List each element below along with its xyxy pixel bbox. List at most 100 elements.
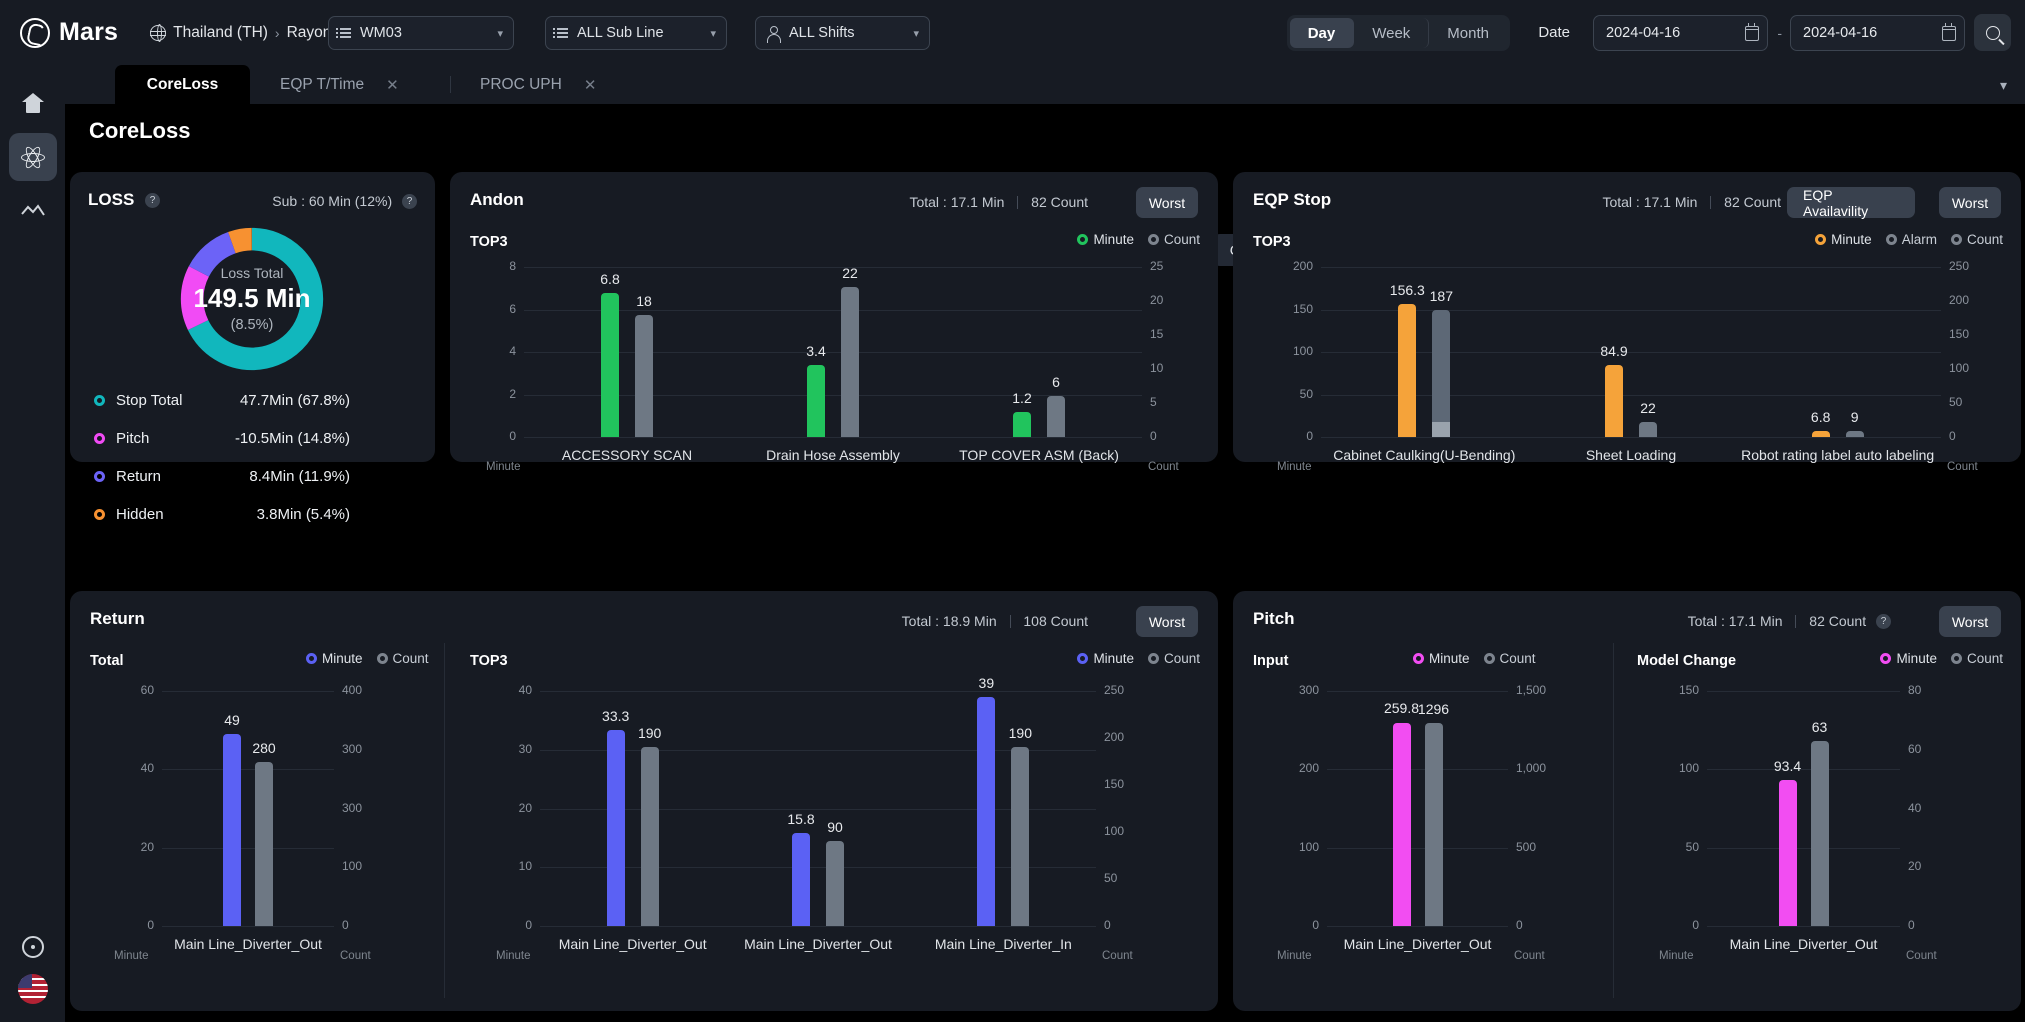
andon-subtitle: TOP3: [470, 234, 508, 250]
date-to-input[interactable]: 2024-04-16: [1790, 15, 1965, 51]
calendar-icon[interactable]: [1745, 26, 1759, 41]
legend-dot-icon: [94, 433, 105, 444]
period-week-button[interactable]: Week: [1354, 18, 1429, 48]
tab-proc-uph-label: PROC UPH: [480, 76, 562, 94]
radio-dot-icon: [1886, 234, 1897, 245]
bar-minute[interactable]: [1812, 431, 1830, 437]
andon-radio-minute[interactable]: Minute: [1077, 232, 1134, 247]
return-total-radio-minute-label: Minute: [322, 651, 363, 666]
andon-worst-button[interactable]: Worst: [1136, 187, 1198, 218]
tab-eqp-ttime[interactable]: EQP T/Time ✕: [260, 65, 419, 104]
pitch-input-radio-count[interactable]: Count: [1484, 651, 1536, 666]
legend-value: 8.4Min (11.9%): [249, 468, 350, 485]
line-select[interactable]: WM03 ▾: [328, 16, 514, 50]
bar-count[interactable]: [841, 287, 859, 437]
language-flag-icon[interactable]: [18, 974, 48, 1004]
loss-card: LOSS ? Sub : 60 Min (12%) ? Loss Total 1…: [70, 172, 435, 462]
pitch-model-radio-count[interactable]: Count: [1951, 651, 2003, 666]
eqp-stop-card: EQP Stop Total : 17.1 Min 82 Count EQP A…: [1233, 172, 2021, 462]
help-icon[interactable]: ?: [1876, 614, 1891, 629]
return-worst-button[interactable]: Worst: [1136, 606, 1198, 637]
app-logo[interactable]: Mars: [20, 18, 118, 48]
axis-left-tick: 300: [1281, 683, 1319, 697]
rail-item-trend[interactable]: [9, 187, 57, 235]
andon-card: Andon Total : 17.1 Min 82 Count Worst TO…: [450, 172, 1218, 462]
axis-left-caption: Minute: [1659, 950, 1694, 962]
bar-count[interactable]: [635, 315, 653, 437]
bar-value-label: 3.4: [786, 343, 846, 359]
date-to-value: 2024-04-16: [1803, 25, 1877, 41]
bar-minute[interactable]: [807, 365, 825, 437]
andon-radio-count[interactable]: Count: [1148, 232, 1200, 247]
return-top3-radio-count[interactable]: Count: [1148, 651, 1200, 666]
bar-count[interactable]: [1011, 747, 1029, 926]
andon-total: Total : 17.1 Min: [909, 194, 1004, 210]
gear-icon[interactable]: [22, 936, 44, 958]
bar-count[interactable]: [1425, 723, 1443, 926]
close-icon[interactable]: ✕: [386, 76, 399, 94]
return-total-radio-count[interactable]: Count: [377, 651, 429, 666]
bar-count[interactable]: [255, 762, 273, 927]
shift-select[interactable]: ALL Shifts ▾: [755, 16, 930, 50]
bar-count[interactable]: [1432, 310, 1450, 437]
rail-item-home[interactable]: [9, 79, 57, 127]
axis-left-tick: 6: [490, 302, 516, 316]
loss-legend-item-hidden[interactable]: Hidden 3.8Min (5.4%): [94, 506, 350, 523]
loss-legend-item-stop-total[interactable]: Stop Total 47.7Min (67.8%): [94, 392, 350, 409]
bar-minute[interactable]: [223, 734, 241, 926]
eqp-radio-minute[interactable]: Minute: [1815, 232, 1872, 247]
axis-left-tick: 200: [1281, 761, 1319, 775]
bar-minute[interactable]: [1398, 304, 1416, 437]
period-month-button[interactable]: Month: [1429, 18, 1507, 48]
period-day-button[interactable]: Day: [1290, 18, 1355, 48]
axis-right-tick: 150: [1949, 327, 1969, 341]
eqp-worst-button[interactable]: Worst: [1939, 187, 2001, 218]
loss-legend-item-pitch[interactable]: Pitch -10.5Min (14.8%): [94, 430, 350, 447]
tabs-overflow-chevron-down-icon[interactable]: ▾: [2000, 77, 2007, 94]
pitch-model-change-chart: 050100150020406080MinuteCount93.463Main …: [1663, 691, 1948, 926]
bar-count[interactable]: [1846, 431, 1864, 437]
rail-item-analytics[interactable]: [9, 133, 57, 181]
axis-right-tick: 200: [1949, 293, 1969, 307]
return-total-radio-minute[interactable]: Minute: [306, 651, 363, 666]
subline-select[interactable]: ALL Sub Line ▾: [545, 16, 727, 50]
pitch-worst-button[interactable]: Worst: [1939, 606, 2001, 637]
help-icon[interactable]: ?: [402, 194, 417, 209]
tab-proc-uph[interactable]: PROC UPH ✕: [460, 65, 616, 104]
bar-minute[interactable]: [1779, 780, 1797, 926]
axis-left-tick: 40: [118, 761, 154, 775]
page-title: CoreLoss: [89, 118, 190, 144]
calendar-icon[interactable]: [1942, 26, 1956, 41]
bar-minute[interactable]: [792, 833, 810, 926]
axis-right-tick: 0: [1104, 918, 1111, 932]
axis-left-caption: Minute: [114, 950, 149, 962]
return-total-radios: Minute Count: [306, 651, 429, 666]
return-top3-radio-minute[interactable]: Minute: [1077, 651, 1134, 666]
pitch-input-radio-minute[interactable]: Minute: [1413, 651, 1470, 666]
bar-count[interactable]: [826, 841, 844, 926]
bar-count[interactable]: [641, 747, 659, 926]
help-icon[interactable]: ?: [145, 193, 160, 208]
breadcrumb-country[interactable]: Thailand (TH): [173, 24, 268, 42]
tab-coreloss[interactable]: CoreLoss: [115, 65, 250, 104]
close-icon[interactable]: ✕: [584, 76, 597, 94]
bar-minute[interactable]: [1013, 412, 1031, 438]
eqp-availability-button[interactable]: EQP Availavility: [1787, 187, 1915, 218]
eqp-radio-alarm[interactable]: Alarm: [1886, 232, 1937, 247]
bar-minute[interactable]: [1393, 723, 1411, 927]
eqp-radio-count[interactable]: Count: [1951, 232, 2003, 247]
legend-label: Hidden: [116, 506, 164, 523]
pitch-count: 82 Count: [1809, 613, 1866, 629]
pitch-model-radio-minute[interactable]: Minute: [1880, 651, 1937, 666]
axis-right-tick: 300: [342, 801, 362, 815]
category-label: Main Line_Diverter_Out: [1313, 936, 1522, 952]
loss-legend-item-return[interactable]: Return 8.4Min (11.9%): [94, 468, 350, 485]
search-button[interactable]: [1974, 14, 2011, 51]
bar-minute[interactable]: [601, 293, 619, 438]
axis-left-tick: 0: [1663, 918, 1699, 932]
bar-count[interactable]: [1639, 422, 1657, 437]
category-label: Main Line_Diverter_Out: [526, 936, 739, 952]
bar-minute[interactable]: [607, 730, 625, 926]
loss-sub-meta: Sub : 60 Min (12%) ?: [272, 193, 417, 209]
date-from-input[interactable]: 2024-04-16: [1593, 15, 1768, 51]
